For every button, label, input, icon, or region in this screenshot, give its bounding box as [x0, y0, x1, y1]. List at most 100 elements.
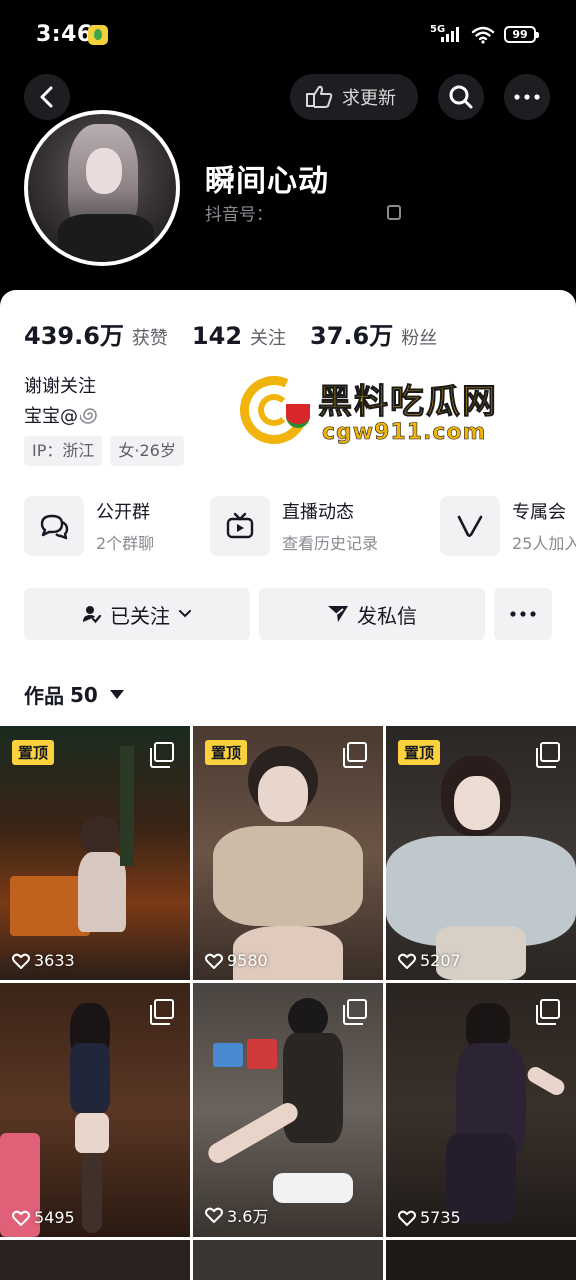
pinned-badge: 置顶 — [12, 740, 55, 765]
stat-value: 142 — [191, 322, 243, 350]
works-grid: 置顶 3633 置顶 9580 置顶 5207 5495 3.6万 5735 — [0, 726, 576, 1280]
status-time: 3:46 — [36, 22, 93, 47]
video-tile[interactable] — [193, 1240, 383, 1280]
like-count-value: 5735 — [420, 1208, 461, 1227]
signal-icon — [441, 26, 463, 42]
watermark-title: 黑料吃瓜网 — [318, 382, 498, 423]
copy-icon[interactable] — [387, 205, 401, 220]
back-button[interactable] — [24, 74, 70, 120]
works-label: 作品 — [24, 684, 64, 708]
app-notification-icon — [88, 25, 108, 45]
profile-actions: 已关注 发私信 — [24, 588, 552, 640]
more-dots-icon — [514, 94, 540, 100]
profile-stats: 439.6万 获赞 142 关注 37.6万 粉丝 — [24, 316, 461, 351]
card-title: 专属会 — [512, 502, 566, 523]
more-options-button[interactable] — [504, 74, 550, 120]
watermelon-icon — [286, 404, 310, 428]
swirl-icon — [80, 408, 97, 424]
heart-icon — [205, 953, 223, 969]
avatar[interactable] — [24, 110, 180, 266]
search-button[interactable] — [438, 74, 484, 120]
chevron-left-icon — [40, 86, 53, 108]
stat-followers[interactable]: 37.6万 粉丝 — [310, 316, 437, 351]
paper-plane-icon — [328, 606, 348, 622]
like-count: 3633 — [12, 951, 75, 970]
wifi-icon — [471, 26, 495, 44]
stat-following[interactable]: 142 关注 — [192, 322, 286, 350]
like-count: 5207 — [398, 951, 461, 970]
stat-value: 37.6万 — [310, 322, 394, 350]
bio-mention[interactable]: 宝宝@ — [24, 402, 78, 428]
card-subtitle: 25人加入 — [512, 534, 576, 553]
pinned-badge: 置顶 — [398, 740, 441, 765]
like-count-value: 9580 — [227, 951, 268, 970]
like-count-value: 3633 — [34, 951, 75, 970]
tag-ip: IP：浙江 — [24, 436, 103, 466]
douyin-id-label: 抖音号： — [205, 205, 273, 225]
like-count: 3.6万 — [205, 1203, 268, 1227]
video-tile[interactable]: 5735 — [386, 983, 576, 1237]
pinned-badge: 置顶 — [205, 740, 248, 765]
like-count: 9580 — [205, 951, 268, 970]
pointing-hand-icon — [306, 85, 333, 108]
feature-cards: 公开群 2个群聊 直播动态 查看历史记录 专属会 25人加入 — [24, 494, 576, 558]
heart-icon — [12, 1210, 30, 1226]
caret-down-icon — [109, 690, 124, 699]
video-tile[interactable] — [0, 1240, 190, 1280]
heart-icon — [398, 1210, 416, 1226]
more-actions-button[interactable] — [494, 588, 552, 640]
like-count-value: 5207 — [420, 951, 461, 970]
more-dots-icon — [510, 611, 536, 617]
video-tile[interactable]: 置顶 3633 — [0, 726, 190, 980]
stat-label: 粉丝 — [401, 328, 438, 349]
send-message-label: 发私信 — [357, 603, 417, 628]
video-tile[interactable]: 置顶 9580 — [193, 726, 383, 980]
multi-image-icon — [536, 999, 560, 1025]
search-icon — [449, 85, 473, 109]
video-tile[interactable] — [386, 1240, 576, 1280]
card-exclusive-membership[interactable]: 专属会 25人加入 — [440, 494, 576, 558]
like-count-value: 5495 — [34, 1208, 75, 1227]
multi-image-icon — [536, 742, 560, 768]
request-update-label: 求更新 — [342, 88, 396, 109]
live-tv-icon — [210, 496, 270, 556]
followed-button[interactable]: 已关注 — [24, 588, 250, 640]
card-live-history[interactable]: 直播动态 查看历史记录 — [210, 494, 378, 558]
like-count: 5735 — [398, 1208, 461, 1227]
bio-line-1: 谢谢关注 — [24, 376, 96, 397]
card-subtitle: 查看历史记录 — [282, 534, 379, 553]
multi-image-icon — [343, 742, 367, 768]
watermark: 黑料吃瓜网 cgw911.com — [230, 366, 520, 464]
followed-label: 已关注 — [110, 603, 170, 628]
card-title: 公开群 — [96, 502, 150, 523]
card-public-group[interactable]: 公开群 2个群聊 — [24, 494, 154, 558]
profile-header: 求更新 瞬间心动 抖音号： — [0, 70, 576, 290]
card-subtitle: 2个群聊 — [96, 534, 155, 553]
battery-icon: 99 — [504, 26, 539, 43]
like-count-value: 3.6万 — [227, 1207, 269, 1226]
profile-sheet: 439.6万 获赞 142 关注 37.6万 粉丝 谢谢关注 宝宝@ IP：浙江… — [0, 290, 576, 1280]
request-update-button[interactable]: 求更新 — [290, 74, 418, 120]
stat-label: 关注 — [250, 328, 287, 349]
video-tile[interactable]: 置顶 5207 — [386, 726, 576, 980]
heart-icon — [205, 1207, 223, 1223]
multi-image-icon — [343, 999, 367, 1025]
send-message-button[interactable]: 发私信 — [259, 588, 485, 640]
stat-label: 获赞 — [131, 328, 168, 349]
profile-nickname: 瞬间心动 — [205, 164, 329, 199]
works-tab[interactable]: 作品 50 — [24, 680, 124, 709]
works-count: 50 — [70, 682, 98, 707]
stat-likes: 439.6万 获赞 — [24, 316, 168, 351]
stat-value: 439.6万 — [24, 322, 124, 350]
video-tile[interactable]: 3.6万 — [193, 983, 383, 1237]
user-check-icon — [83, 606, 102, 624]
tag-gender-age: 女·26岁 — [110, 436, 184, 466]
heart-icon — [12, 953, 30, 969]
card-title: 直播动态 — [282, 502, 354, 523]
video-tile[interactable]: 5495 — [0, 983, 190, 1237]
vip-v-icon — [440, 496, 500, 556]
chevron-down-icon — [179, 610, 191, 618]
heart-icon — [398, 953, 416, 969]
group-chat-icon — [24, 496, 84, 556]
profile-tags: IP：浙江 女·26岁 — [24, 436, 184, 466]
